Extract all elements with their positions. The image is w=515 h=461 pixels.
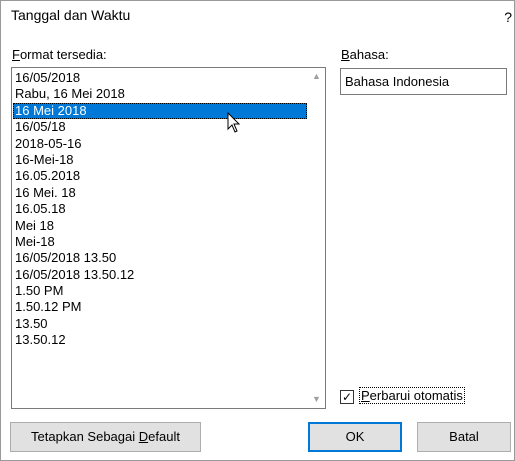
available-formats-label: Format tersedia: (12, 47, 107, 62)
format-item[interactable]: 13.50.12 (13, 332, 307, 348)
format-item[interactable]: 16/05/2018 (13, 70, 307, 86)
ok-button[interactable]: OK (308, 422, 402, 452)
format-item[interactable]: 16.05.18 (13, 201, 307, 217)
format-item[interactable]: 2018-05-16 (13, 136, 307, 152)
format-item[interactable]: 16 Mei 2018 (13, 102, 307, 120)
format-item[interactable]: Mei-18 (13, 234, 307, 250)
format-item[interactable]: 1.50 PM (13, 283, 307, 299)
format-item[interactable]: 16-Mei-18 (13, 152, 307, 168)
language-label: Bahasa: (341, 47, 389, 62)
mouse-pointer-icon (227, 112, 241, 133)
help-button[interactable]: ? (504, 9, 512, 25)
format-item[interactable]: 16/05/2018 13.50.12 (13, 267, 307, 283)
language-label-text: ahasa: (349, 47, 389, 62)
cancel-button[interactable]: Batal (417, 422, 511, 452)
set-default-text-pre: Tetapkan Sebagai (31, 429, 139, 444)
available-formats-label-text: ormat tersedia: (19, 47, 107, 62)
format-item[interactable]: 16/05/2018 13.50 (13, 250, 307, 266)
format-item[interactable]: 13.50 (13, 316, 307, 332)
set-as-default-button[interactable]: Tetapkan Sebagai Default (10, 422, 201, 452)
auto-update-label-accel: P (361, 388, 370, 403)
format-list-scrollbar[interactable]: ▲ ▼ (308, 68, 325, 408)
auto-update-checkbox[interactable]: ✓ (340, 390, 354, 404)
format-item[interactable]: Mei 18 (13, 218, 307, 234)
auto-update-label-text: erbarui otomatis (369, 388, 463, 403)
format-item[interactable]: 16/05/18 (13, 119, 307, 135)
date-time-dialog: Tanggal dan Waktu ? Format tersedia: 16/… (0, 0, 515, 461)
scroll-down-icon[interactable]: ▼ (308, 391, 325, 408)
language-select[interactable]: Bahasa Indonesia (340, 68, 507, 95)
format-item[interactable]: Rabu, 16 Mei 2018 (13, 86, 307, 102)
format-items: 16/05/2018 Rabu, 16 Mei 2018 16 Mei 2018 16… (13, 70, 307, 349)
available-formats-list[interactable]: 16/05/2018 Rabu, 16 Mei 2018 16 Mei 2018 16… (11, 67, 326, 409)
format-item[interactable]: 1.50.12 PM (13, 299, 307, 315)
set-default-accel: D (138, 429, 149, 444)
format-item[interactable]: 16 Mei. 18 (13, 185, 307, 201)
format-item[interactable]: 16.05.2018 (13, 168, 307, 184)
available-formats-label-accel: F (12, 47, 20, 62)
auto-update-label[interactable]: Perbarui otomatis (359, 387, 465, 404)
scroll-up-icon[interactable]: ▲ (308, 68, 325, 85)
set-default-text-post: efault (148, 429, 180, 444)
language-label-accel: B (341, 47, 350, 62)
dialog-title: Tanggal dan Waktu (11, 7, 131, 23)
